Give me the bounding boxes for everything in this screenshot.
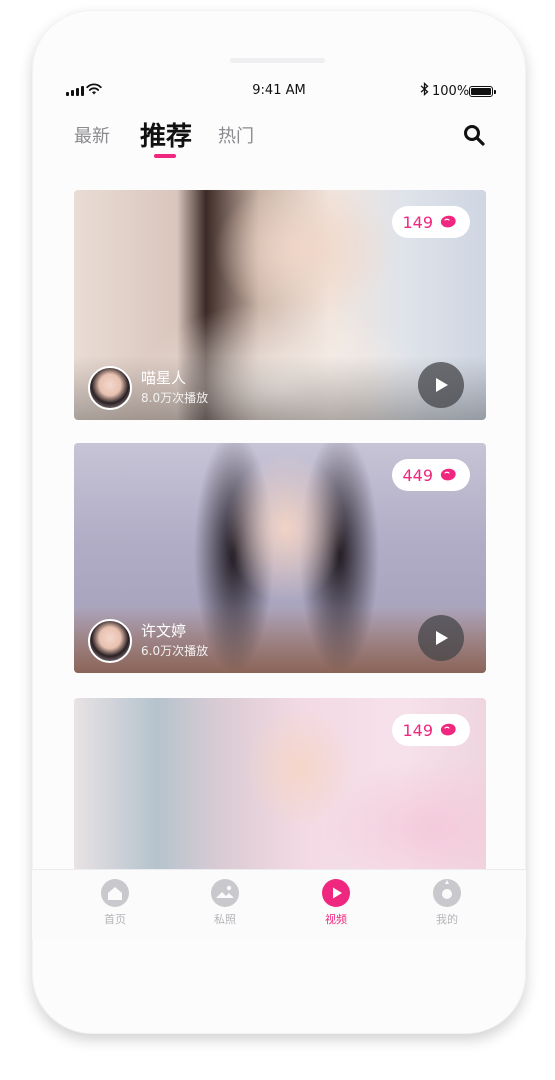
status-bar: 9:41 AM 100% — [32, 82, 526, 102]
tab-video[interactable]: 视频 — [306, 878, 366, 927]
bean-counter-badge: 449 — [392, 459, 470, 491]
bean-count: 449 — [402, 465, 433, 485]
bean-icon — [440, 723, 456, 736]
tab-photos[interactable]: 私照 — [195, 878, 255, 927]
avatar[interactable] — [88, 366, 132, 410]
photo-icon — [211, 879, 239, 907]
play-count: 6.0万次播放 — [141, 644, 209, 658]
video-card[interactable]: 149 — [74, 698, 486, 870]
tab-profile-label: 我的 — [436, 913, 458, 926]
bean-count: 149 — [402, 212, 433, 232]
tab-latest[interactable]: 最新 — [74, 122, 110, 148]
play-icon — [436, 631, 448, 645]
bean-counter-badge: 149 — [392, 206, 470, 238]
play-button[interactable] — [418, 362, 464, 408]
home-icon — [101, 879, 129, 907]
tab-home-label: 首页 — [104, 913, 126, 926]
active-tab-indicator — [154, 154, 176, 158]
bluetooth-icon — [420, 82, 429, 96]
screen: 9:41 AM 100% 最新 推荐 热门 149 喵星人 8.0万次播放 44… — [32, 10, 526, 870]
bean-icon — [440, 468, 456, 481]
bottom-tab-bar: 首页 私照 视频 我的 — [32, 869, 526, 939]
search-icon[interactable] — [462, 123, 486, 147]
battery-icon — [469, 86, 496, 97]
tab-popular[interactable]: 热门 — [218, 122, 254, 148]
play-count: 8.0万次播放 — [141, 391, 209, 405]
bean-count: 149 — [402, 720, 433, 740]
profile-icon — [433, 879, 461, 907]
play-icon — [436, 378, 448, 392]
uploader-name[interactable]: 许文婷 — [141, 620, 186, 641]
uploader-name[interactable]: 喵星人 — [141, 367, 186, 388]
tab-recommended[interactable]: 推荐 — [140, 116, 192, 153]
tab-video-label: 视频 — [325, 913, 347, 926]
play-button[interactable] — [418, 615, 464, 661]
bean-counter-badge: 149 — [392, 714, 470, 746]
avatar[interactable] — [88, 619, 132, 663]
bean-icon — [440, 215, 456, 228]
tab-home[interactable]: 首页 — [85, 878, 145, 927]
tab-profile[interactable]: 我的 — [417, 878, 477, 927]
video-card[interactable]: 449 许文婷 6.0万次播放 — [74, 443, 486, 673]
video-play-icon — [322, 879, 350, 907]
tab-photos-label: 私照 — [214, 913, 236, 926]
video-card[interactable]: 149 喵星人 8.0万次播放 — [74, 190, 486, 420]
phone-frame: 9:41 AM 100% 最新 推荐 热门 149 喵星人 8.0万次播放 44… — [32, 10, 526, 1034]
battery-percentage: 100% — [432, 84, 470, 99]
